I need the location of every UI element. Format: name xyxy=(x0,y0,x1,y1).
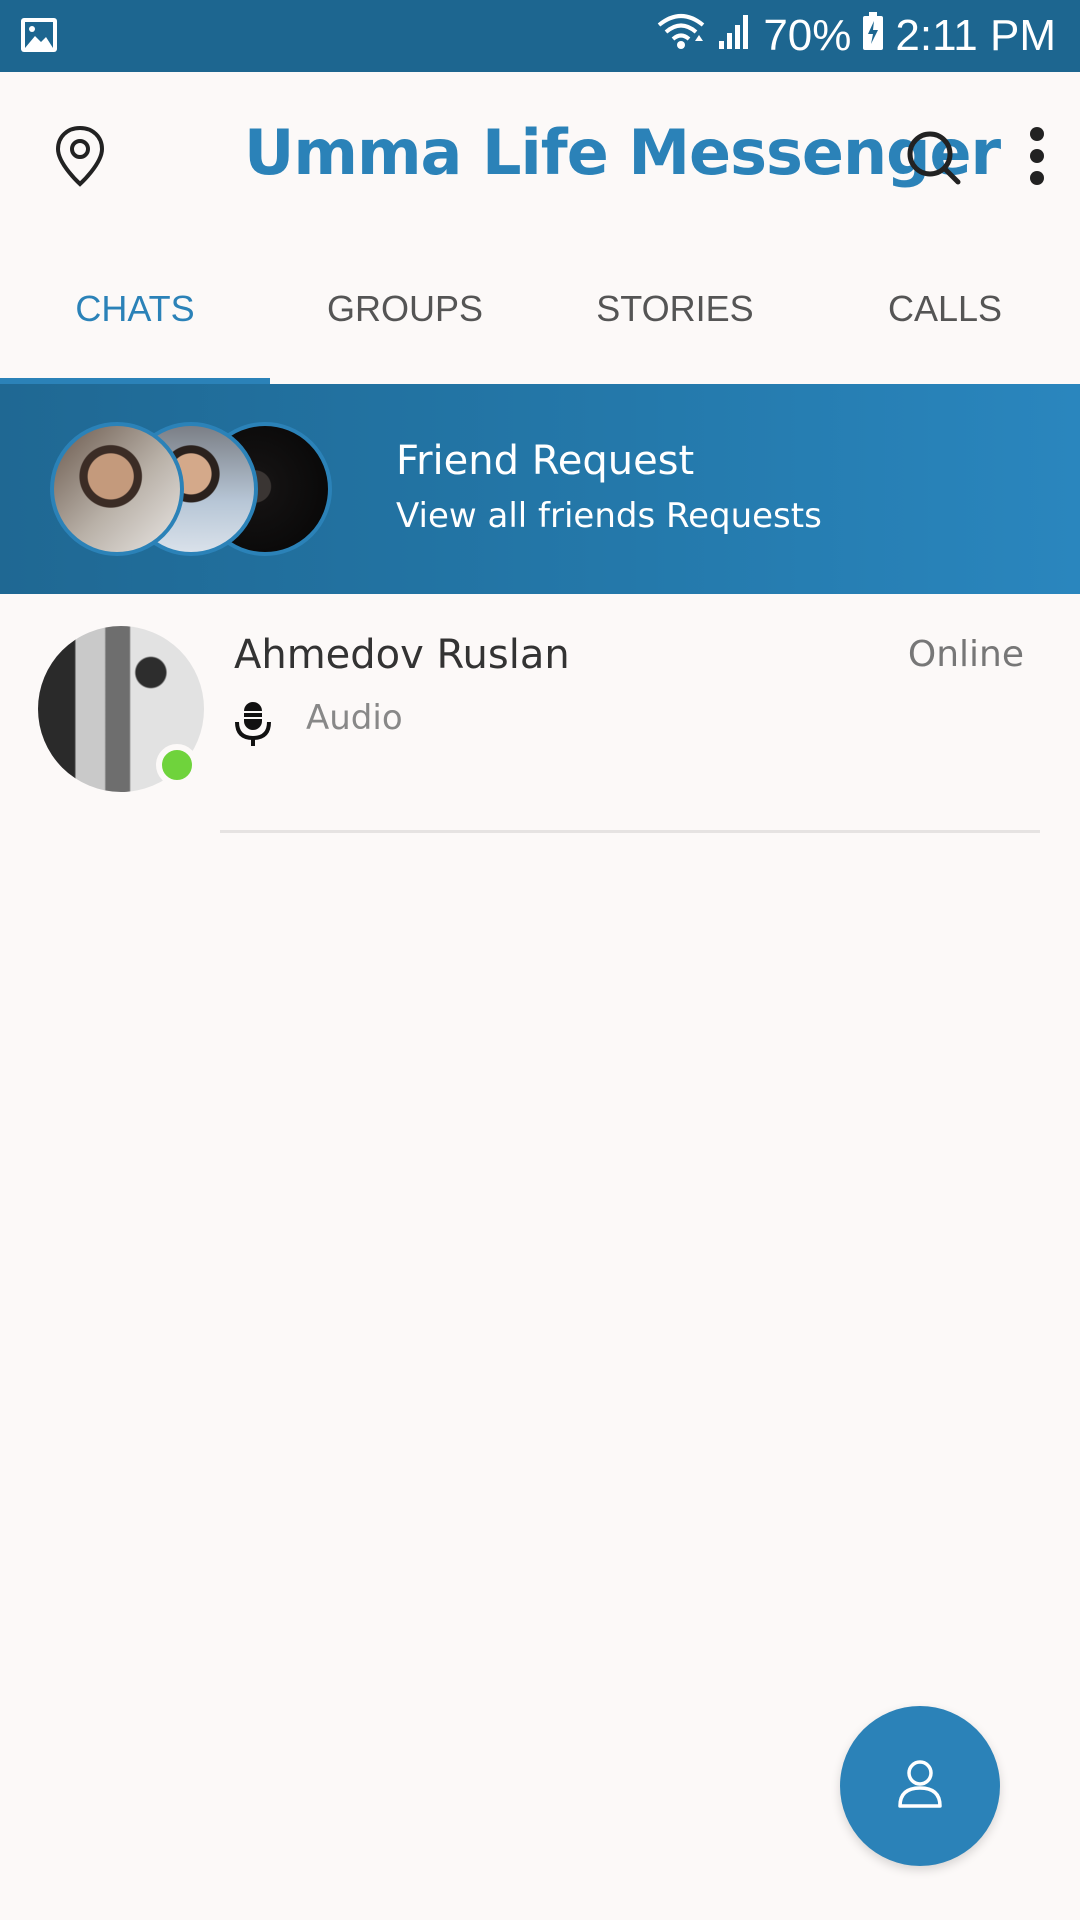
friend-request-title: Friend Request xyxy=(396,438,695,484)
clock: 2:11 PM xyxy=(895,11,1056,60)
tab-chats[interactable]: CHATS xyxy=(0,238,270,384)
app-bar: Umma Life Messenger xyxy=(0,72,1080,238)
new-contact-fab[interactable] xyxy=(840,1706,1000,1866)
tab-stories[interactable]: STORIES xyxy=(540,238,810,384)
signal-icon xyxy=(717,11,753,62)
person-icon xyxy=(896,1758,944,1815)
location-pin-icon[interactable] xyxy=(52,124,108,193)
online-indicator xyxy=(156,744,198,786)
microphone-icon xyxy=(232,700,274,753)
wifi-icon xyxy=(655,11,707,62)
app-title: Umma Life Messenger xyxy=(244,116,1001,189)
battery-charging-icon xyxy=(861,11,885,62)
friend-request-avatar xyxy=(50,422,184,556)
chat-list-item[interactable]: Ahmedov Ruslan Online Audio xyxy=(0,594,1080,834)
tab-bar: CHATS GROUPS STORIES CALLS xyxy=(0,238,1080,384)
gallery-icon xyxy=(20,17,58,58)
chat-name: Ahmedov Ruslan xyxy=(234,632,570,678)
chat-status: Online xyxy=(907,634,1024,675)
friend-request-banner[interactable]: Friend Request View all friends Requests xyxy=(0,384,1080,594)
friend-request-subtitle[interactable]: View all friends Requests xyxy=(396,496,822,536)
tab-groups[interactable]: GROUPS xyxy=(270,238,540,384)
battery-level: 70% xyxy=(763,11,852,60)
divider xyxy=(220,830,1040,833)
tab-calls[interactable]: CALLS xyxy=(810,238,1080,384)
last-message: Audio xyxy=(306,698,403,738)
more-vert-icon[interactable] xyxy=(1024,126,1050,191)
search-icon[interactable] xyxy=(904,128,964,193)
status-bar: 70% 2:11 PM xyxy=(0,0,1080,72)
